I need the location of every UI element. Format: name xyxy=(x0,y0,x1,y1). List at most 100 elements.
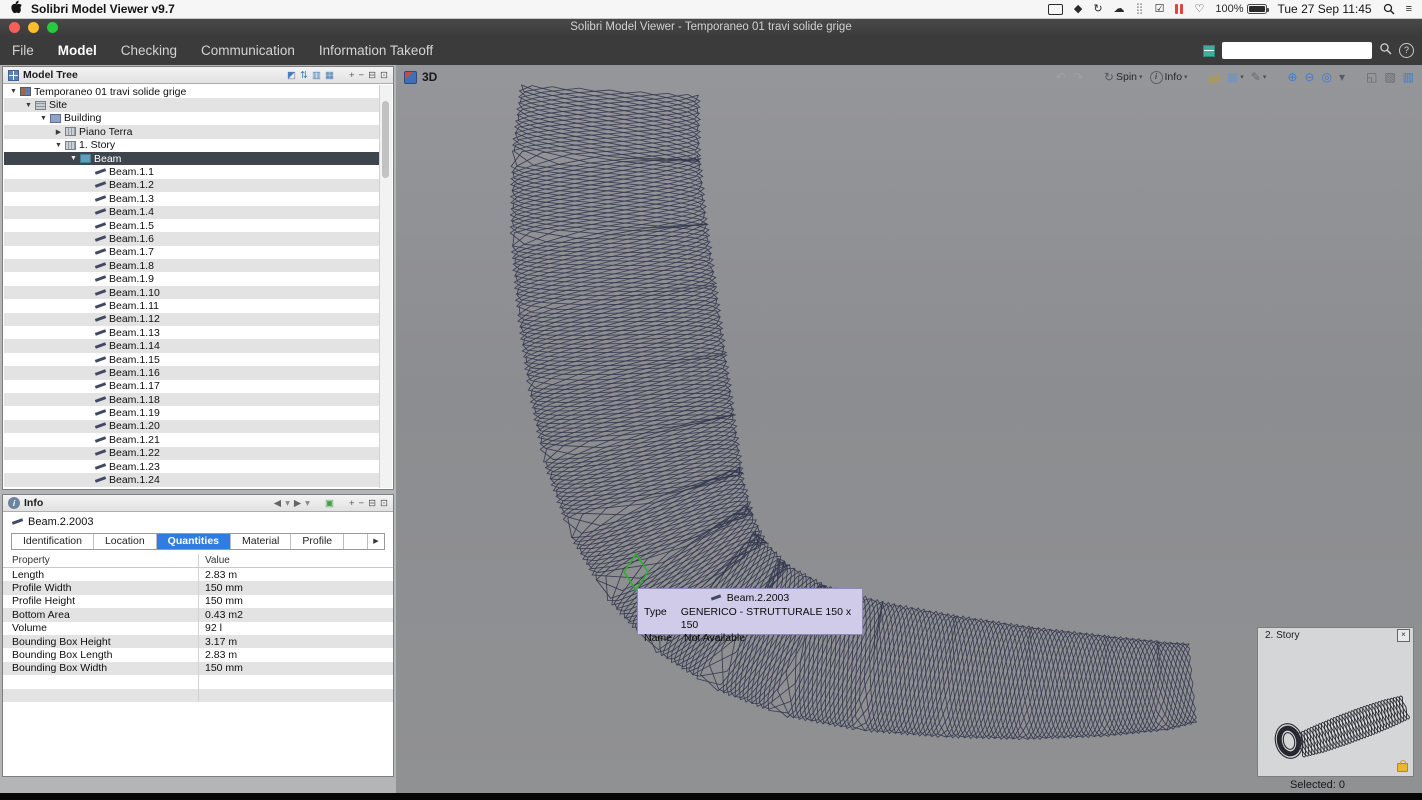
menu-communication[interactable]: Communication xyxy=(201,43,295,58)
story-minimap[interactable] xyxy=(1259,644,1412,772)
lock-icon[interactable] xyxy=(1397,763,1408,772)
tree-row-beam-1-24[interactable]: Beam.1.24 xyxy=(4,473,380,486)
property-row[interactable]: Length2.83 m xyxy=(3,568,393,581)
collapse-arrow-icon[interactable]: ▼ xyxy=(23,102,34,109)
history-forward-menu-icon[interactable]: ▾ xyxy=(305,498,310,509)
maximize-panel-icon[interactable]: ⊡ xyxy=(380,498,388,509)
property-row[interactable]: Bottom Area0.43 m2 xyxy=(3,608,393,621)
menu-information-takeoff[interactable]: Information Takeoff xyxy=(319,43,433,58)
tree-row-site[interactable]: ▼Site xyxy=(4,98,380,111)
property-row[interactable]: Bounding Box Height3.17 m xyxy=(3,635,393,648)
tab-profile[interactable]: Profile xyxy=(291,534,344,549)
info-tool-icon[interactable]: iInfo▾ xyxy=(1150,71,1188,84)
sync-icon[interactable]: ↻ xyxy=(1093,3,1102,15)
tree-grouping-icon[interactable]: ▦ xyxy=(325,70,334,81)
collapse-arrow-icon[interactable]: ▼ xyxy=(53,142,64,149)
tree-row-beam-1-8[interactable]: Beam.1.8 xyxy=(4,259,380,272)
tree-row-beam-1-13[interactable]: Beam.1.13 xyxy=(4,326,380,339)
tree-row-beam-1-15[interactable]: Beam.1.15 xyxy=(4,353,380,366)
collapse-arrow-icon[interactable]: ▼ xyxy=(68,155,79,162)
tabs-overflow-button[interactable]: ▶ xyxy=(367,534,384,549)
report-icon[interactable]: ▣ xyxy=(325,498,334,509)
property-row[interactable]: Profile Width150 mm xyxy=(3,581,393,594)
search-input[interactable] xyxy=(1222,42,1372,59)
display-icon[interactable] xyxy=(1048,4,1063,15)
battery-icon[interactable]: 100% xyxy=(1215,3,1266,15)
tree-row-temporaneo-01-travi-solide-grige[interactable]: ▼Temporaneo 01 travi solide grige xyxy=(4,85,380,98)
menu-model[interactable]: Model xyxy=(58,43,97,58)
story-overlay-header[interactable]: 2. Story × xyxy=(1258,628,1413,643)
tree-row-beam[interactable]: ▼Beam xyxy=(4,152,380,165)
expand-arrow-icon[interactable]: ▶ xyxy=(53,128,64,136)
tree-row-building[interactable]: ▼Building xyxy=(4,112,380,125)
cloud-icon[interactable]: ☁ xyxy=(1114,3,1125,15)
tab-quantities[interactable]: Quantities xyxy=(157,534,231,549)
tree-row-beam-1-19[interactable]: Beam.1.19 xyxy=(4,406,380,419)
tree-row-beam-1-7[interactable]: Beam.1.7 xyxy=(4,246,380,259)
tree-row-beam-1-12[interactable]: Beam.1.12 xyxy=(4,313,380,326)
tree-row-beam-1-3[interactable]: Beam.1.3 xyxy=(4,192,380,205)
new-issue-icon[interactable]: ▤ xyxy=(1209,70,1220,84)
expand-all-icon[interactable]: + xyxy=(349,498,355,509)
tree-row-beam-1-1[interactable]: Beam.1.1 xyxy=(4,165,380,178)
tree-row-beam-1-6[interactable]: Beam.1.6 xyxy=(4,232,380,245)
spotlight-icon[interactable] xyxy=(1383,3,1395,15)
layout-toggle-icon[interactable] xyxy=(1203,45,1215,57)
tree-row-beam-1-5[interactable]: Beam.1.5 xyxy=(4,219,380,232)
tree-row-beam-1-18[interactable]: Beam.1.18 xyxy=(4,393,380,406)
property-row[interactable]: Bounding Box Length2.83 m xyxy=(3,648,393,661)
tab-material[interactable]: Material xyxy=(231,534,291,549)
help-icon[interactable]: ? xyxy=(1399,43,1414,58)
tree-row-beam-1-4[interactable]: Beam.1.4 xyxy=(4,206,380,219)
tree-row-piano-terra[interactable]: ▶Piano Terra xyxy=(4,125,380,138)
maximize-panel-icon[interactable]: ⊡ xyxy=(380,70,388,81)
apple-menu-icon[interactable] xyxy=(10,0,22,19)
clip-plane-icon[interactable]: ◱ xyxy=(1366,70,1377,84)
pause-icon[interactable] xyxy=(1175,4,1183,14)
minimize-panel-icon[interactable]: ⊟ xyxy=(368,70,376,81)
menu-file[interactable]: File xyxy=(12,43,34,58)
zoom-menu-icon[interactable]: ▾ xyxy=(1339,70,1345,84)
tree-row-beam-1-2[interactable]: Beam.1.2 xyxy=(4,179,380,192)
model-tree-scrollbar[interactable] xyxy=(379,85,392,488)
tree-row-beam-1-23[interactable]: Beam.1.23 xyxy=(4,460,380,473)
close-overlay-icon[interactable]: × xyxy=(1397,629,1410,642)
menu-checking[interactable]: Checking xyxy=(121,43,177,58)
sort-tree-icon[interactable]: ⇅ xyxy=(300,70,308,81)
menubar-app-name[interactable]: Solibri Model Viewer v9.7 xyxy=(31,2,175,16)
menu-list-icon[interactable]: ≡ xyxy=(1406,3,1412,15)
redo-icon[interactable]: ↷ xyxy=(1073,70,1083,84)
zoom-out-icon[interactable]: ⊖ xyxy=(1304,70,1314,84)
collapse-arrow-icon[interactable]: ▼ xyxy=(8,88,19,95)
history-forward-icon[interactable]: ▶ xyxy=(294,498,301,509)
history-back-icon[interactable]: ◀ xyxy=(274,498,281,509)
find-icon[interactable] xyxy=(1379,42,1392,60)
tree-row-beam-1-17[interactable]: Beam.1.17 xyxy=(4,380,380,393)
collapse-all-icon[interactable]: − xyxy=(359,498,365,509)
collapse-arrow-icon[interactable]: ▼ xyxy=(38,115,49,122)
presentation-icon[interactable]: ▦▾ xyxy=(1227,70,1244,84)
checkbox-icon[interactable]: ☑ xyxy=(1155,3,1165,15)
keyboard-grid-icon[interactable]: ⣿ xyxy=(1136,3,1144,15)
property-row[interactable]: Profile Height150 mm xyxy=(3,595,393,608)
tree-row-beam-1-14[interactable]: Beam.1.14 xyxy=(4,339,380,352)
component-list-icon[interactable]: ▥ xyxy=(1403,70,1414,84)
tab-location[interactable]: Location xyxy=(94,534,157,549)
zoom-in-icon[interactable]: ⊕ xyxy=(1287,70,1297,84)
markup-icon[interactable]: ✎▾ xyxy=(1251,70,1267,84)
tree-row-beam-1-21[interactable]: Beam.1.21 xyxy=(4,433,380,446)
tag-icon[interactable]: ♡ xyxy=(1194,3,1204,15)
undo-icon[interactable]: ↶ xyxy=(1056,70,1066,84)
tree-row-beam-1-25[interactable]: Beam.1.25 xyxy=(4,487,380,488)
scrollbar-thumb[interactable] xyxy=(382,101,389,178)
property-row[interactable] xyxy=(3,675,393,688)
clock-icon[interactable]: Tue 27 Sep 11:45 xyxy=(1278,2,1372,16)
tree-row-beam-1-9[interactable]: Beam.1.9 xyxy=(4,272,380,285)
tab-identification[interactable]: Identification xyxy=(12,534,94,549)
property-row[interactable]: Bounding Box Width150 mm xyxy=(3,662,393,675)
tree-row-beam-1-16[interactable]: Beam.1.16 xyxy=(4,366,380,379)
tree-row-beam-1-11[interactable]: Beam.1.11 xyxy=(4,299,380,312)
collapse-all-icon[interactable]: − xyxy=(359,70,365,81)
tree-row-beam-1-10[interactable]: Beam.1.10 xyxy=(4,286,380,299)
minimize-panel-icon[interactable]: ⊟ xyxy=(368,498,376,509)
